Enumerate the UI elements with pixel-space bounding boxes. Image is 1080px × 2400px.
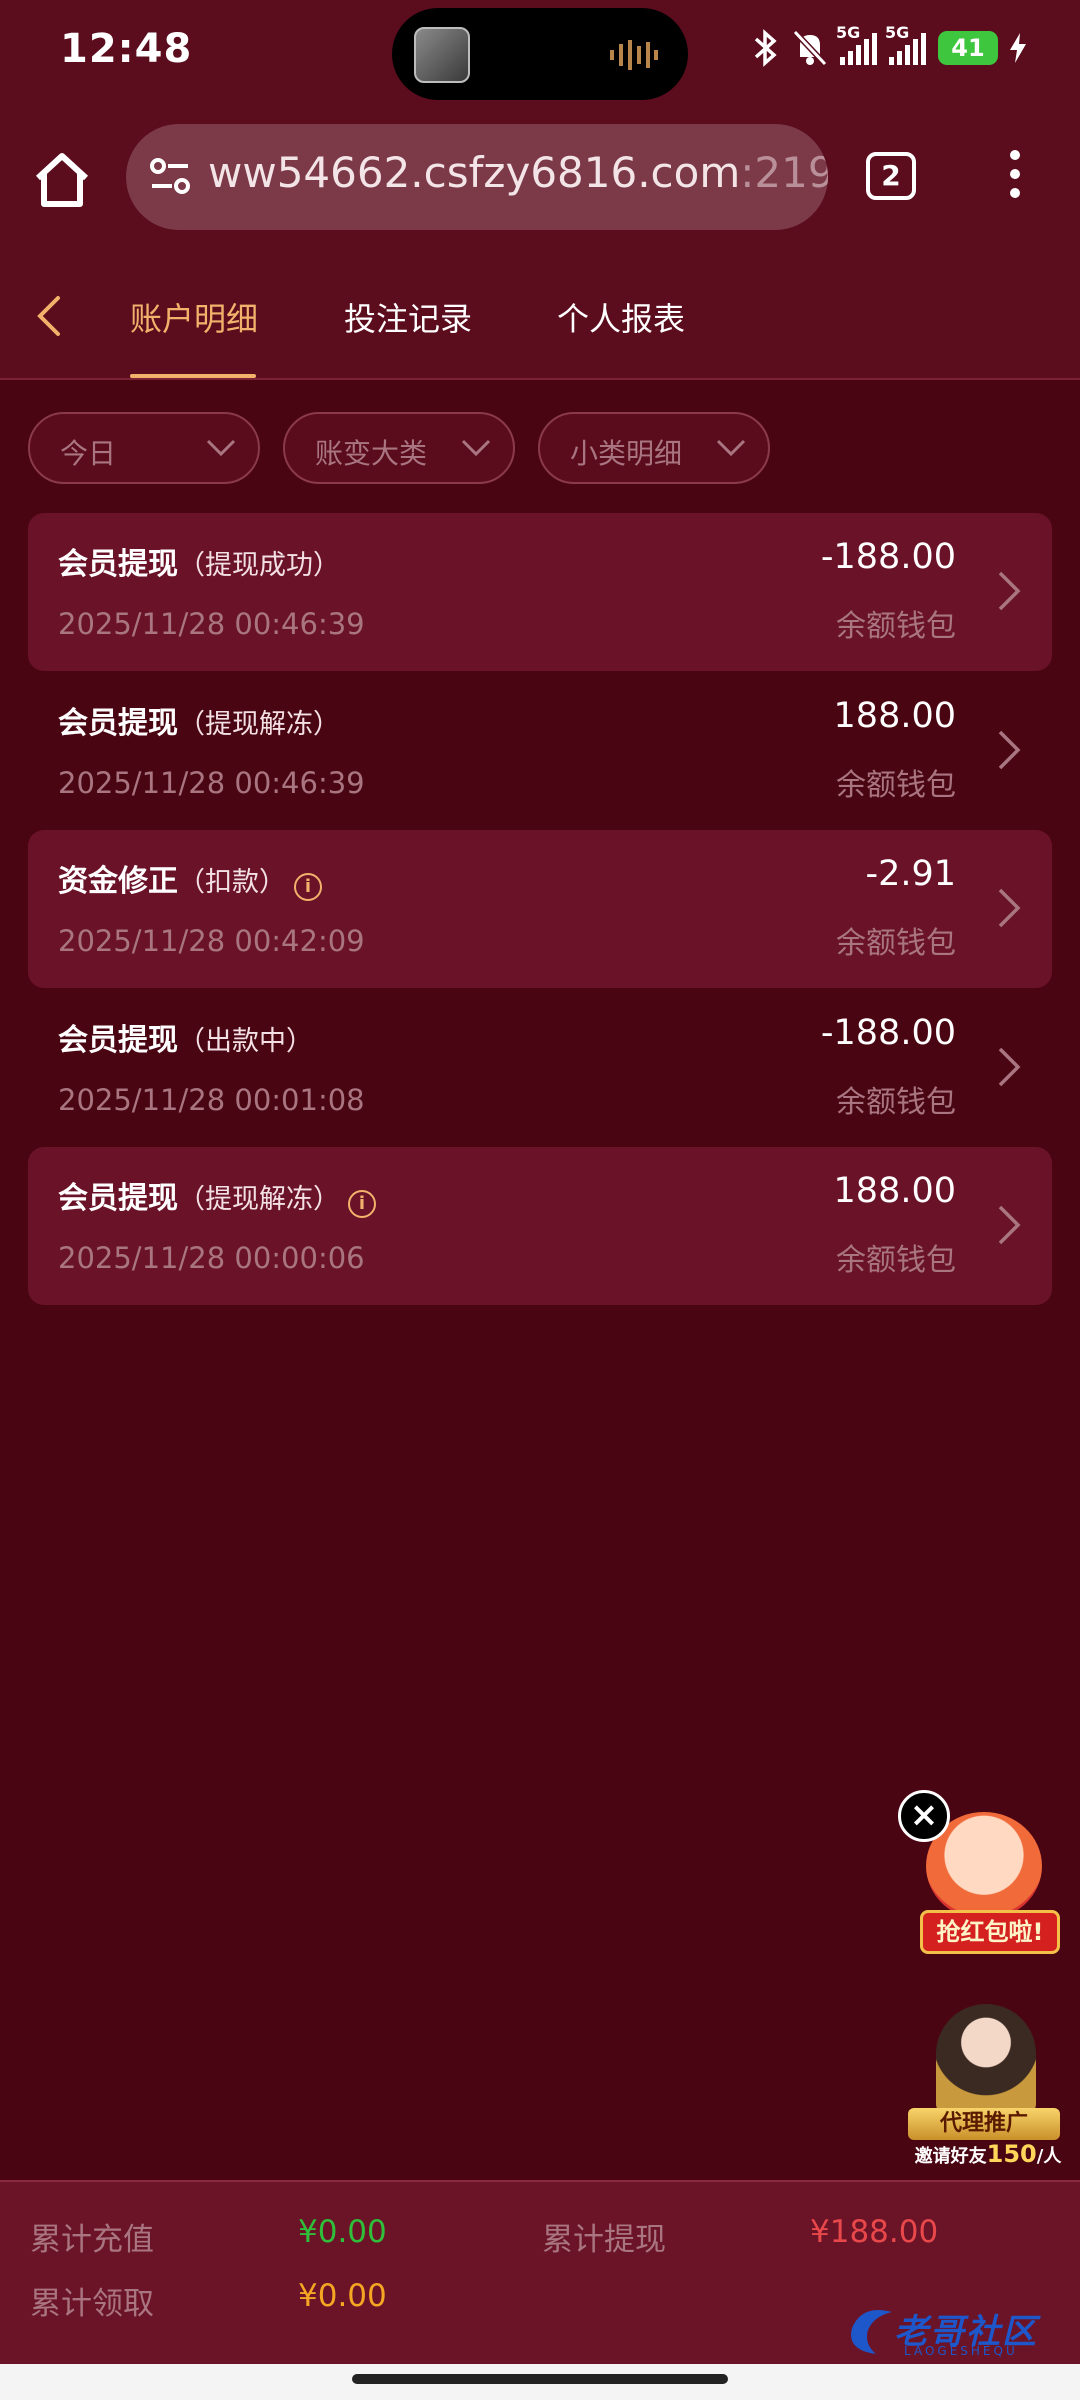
transaction-title: 资金修正（扣款） i bbox=[58, 856, 322, 901]
chevron-right-icon bbox=[998, 571, 1021, 611]
transaction-time: 2025/11/28 00:46:39 bbox=[58, 766, 365, 800]
chevron-down-icon bbox=[206, 439, 236, 457]
status-icons: 5G 5G 41 bbox=[752, 23, 1026, 70]
info-icon[interactable]: i bbox=[348, 1189, 376, 1218]
mute-bell-icon bbox=[792, 29, 828, 67]
close-promo-icon[interactable]: × bbox=[898, 1790, 950, 1842]
agent-portrait-image bbox=[936, 2004, 1036, 2114]
transaction-wallet: 余额钱包 bbox=[836, 609, 956, 644]
total-recharge-label: 累计充值 bbox=[30, 2222, 154, 2258]
dynamic-island bbox=[392, 8, 688, 100]
active-tab-indicator bbox=[130, 374, 256, 378]
watermark-logo: 老哥社区 LAOGESHEQU bbox=[842, 2300, 1068, 2360]
page-header: 账户明细 投注记录 个人报表 bbox=[0, 250, 1080, 380]
signal-icon-sim2: 5G bbox=[885, 23, 926, 65]
total-claim-label: 累计领取 bbox=[30, 2286, 154, 2322]
url-host: ww54662.csfzy6816.com bbox=[208, 148, 741, 197]
tab-personal-report[interactable]: 个人报表 bbox=[557, 294, 685, 340]
status-bar: 12:48 5G 5G 41 bbox=[0, 0, 1080, 110]
transaction-row[interactable]: 会员提现（提现解冻） i 2025/11/28 00:00:06 188.00 余… bbox=[28, 1147, 1052, 1305]
filter-category[interactable]: 账变大类 bbox=[283, 412, 515, 484]
agent-promo[interactable]: 代理推广 邀请好友150/人 bbox=[900, 2000, 1070, 2168]
transaction-time: 2025/11/28 00:01:08 bbox=[58, 1083, 365, 1117]
transaction-row[interactable]: 会员提现（提现成功） 2025/11/28 00:46:39 -188.00 余… bbox=[28, 513, 1052, 671]
transaction-title: 会员提现（提现解冻） i bbox=[58, 1173, 376, 1218]
audio-wave-icon bbox=[610, 40, 658, 70]
transaction-amount: 188.00 bbox=[833, 696, 956, 736]
now-playing-artwork bbox=[414, 27, 470, 83]
home-indicator[interactable] bbox=[352, 2374, 728, 2384]
browser-toolbar: ww54662.csfzy6816.com:21909 2 bbox=[0, 110, 1080, 250]
transaction-time: 2025/11/28 00:00:06 bbox=[58, 1241, 365, 1275]
bluetooth-icon bbox=[754, 29, 777, 67]
transaction-row[interactable]: 资金修正（扣款） i 2025/11/28 00:42:09 -2.91 余额钱包 bbox=[28, 830, 1052, 988]
transaction-amount: 188.00 bbox=[833, 1171, 956, 1211]
filter-date-label: 今日 bbox=[60, 437, 117, 470]
site-settings-icon[interactable] bbox=[148, 156, 192, 196]
chevron-right-icon bbox=[998, 1047, 1021, 1087]
back-arrow-icon[interactable] bbox=[30, 294, 70, 338]
chevron-right-icon bbox=[998, 888, 1021, 928]
transaction-time: 2025/11/28 00:42:09 bbox=[58, 924, 365, 958]
transaction-row[interactable]: 会员提现（提现解冻） 2025/11/28 00:46:39 188.00 余额… bbox=[28, 672, 1052, 830]
transaction-time: 2025/11/28 00:46:39 bbox=[58, 607, 365, 641]
transaction-title: 会员提现（提现解冻） bbox=[58, 706, 340, 741]
total-claim-value: ¥0.00 bbox=[298, 2278, 387, 2314]
url-text: ww54662.csfzy6816.com:21909 bbox=[208, 148, 828, 197]
address-bar[interactable]: ww54662.csfzy6816.com:21909 bbox=[126, 124, 828, 230]
status-time: 12:48 bbox=[60, 26, 193, 72]
filter-subcategory[interactable]: 小类明细 bbox=[538, 412, 770, 484]
info-icon[interactable]: i bbox=[294, 872, 322, 901]
url-port: :21909 bbox=[740, 148, 828, 197]
tab-switcher-button[interactable]: 2 bbox=[866, 152, 916, 200]
transaction-amount: -188.00 bbox=[820, 1013, 956, 1053]
tab-account-details[interactable]: 账户明细 bbox=[130, 294, 258, 340]
transaction-row[interactable]: 会员提现（出款中） 2025/11/28 00:01:08 -188.00 余额… bbox=[28, 989, 1052, 1147]
dragon-logo-icon bbox=[851, 2310, 892, 2354]
watermark-subtext: LAOGESHEQU bbox=[904, 2344, 1018, 2358]
transaction-wallet: 余额钱包 bbox=[836, 926, 956, 961]
total-withdraw-value: ¥188.00 bbox=[810, 2214, 939, 2250]
charging-bolt-icon bbox=[1010, 33, 1026, 63]
total-withdraw-label: 累计提现 bbox=[542, 2222, 666, 2258]
chevron-right-icon bbox=[998, 1205, 1021, 1245]
transaction-wallet: 余额钱包 bbox=[836, 768, 956, 803]
red-packet-label: 抢红包啦! bbox=[920, 1910, 1060, 1954]
filter-subcategory-label: 小类明细 bbox=[570, 437, 683, 470]
transaction-amount: -2.91 bbox=[865, 854, 956, 894]
home-icon[interactable] bbox=[30, 148, 94, 212]
transaction-amount: -188.00 bbox=[820, 537, 956, 577]
tab-bet-records[interactable]: 投注记录 bbox=[344, 294, 472, 340]
chevron-down-icon bbox=[461, 439, 491, 457]
signal-icon-sim1: 5G bbox=[836, 23, 877, 65]
transaction-title: 会员提现（提现成功） bbox=[58, 547, 340, 582]
battery-indicator: 41 bbox=[938, 31, 998, 65]
agent-label: 代理推广 bbox=[908, 2108, 1060, 2140]
chevron-right-icon bbox=[998, 730, 1021, 770]
transaction-wallet: 余额钱包 bbox=[836, 1243, 956, 1278]
filter-date[interactable]: 今日 bbox=[28, 412, 260, 484]
transaction-wallet: 余额钱包 bbox=[836, 1085, 956, 1120]
filter-category-label: 账变大类 bbox=[315, 437, 428, 470]
agent-subtext: 邀请好友150/人 bbox=[914, 2140, 1062, 2168]
transaction-title: 会员提现（出款中） bbox=[58, 1023, 313, 1058]
total-recharge-value: ¥0.00 bbox=[298, 2214, 387, 2250]
chevron-down-icon bbox=[716, 439, 746, 457]
overflow-menu-icon[interactable] bbox=[1000, 150, 1030, 204]
